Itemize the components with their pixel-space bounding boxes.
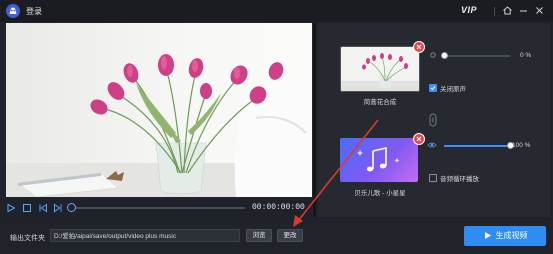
- video-preview[interactable]: [6, 23, 312, 197]
- video-volume-track[interactable]: [444, 55, 510, 57]
- video-track-thumbnail[interactable]: [340, 46, 420, 92]
- loop-audio-checkbox[interactable]: [429, 174, 437, 182]
- audio-volume-track[interactable]: [444, 145, 510, 147]
- audio-track-thumbnail[interactable]: [340, 138, 418, 182]
- output-path-field[interactable]: D:/爱拍/aipai/save/output/video plus music: [50, 229, 240, 242]
- window-title: 登录: [26, 7, 42, 16]
- change-button[interactable]: 更改: [277, 229, 303, 242]
- minimize-icon[interactable]: [517, 4, 530, 17]
- tulip-image: [6, 23, 312, 197]
- stop-icon[interactable]: [22, 203, 32, 213]
- play-arrow-icon: [484, 232, 491, 240]
- timecode: 00:00:00:00: [252, 203, 305, 212]
- next-icon[interactable]: [53, 203, 63, 213]
- video-track-image: [341, 47, 419, 91]
- video-volume-icon: [429, 51, 437, 59]
- audio-volume-fill: [444, 145, 510, 147]
- vip-badge[interactable]: VIP: [461, 5, 477, 15]
- close-icon[interactable]: [533, 4, 546, 17]
- titlebar-divider: [494, 7, 495, 16]
- play-icon[interactable]: [6, 203, 16, 213]
- eye-icon: [427, 141, 437, 149]
- link-icon[interactable]: [429, 113, 437, 127]
- generate-video-label: 生成视频: [495, 231, 528, 240]
- output-folder-label: 输出文件夹: [10, 235, 45, 242]
- timeline-handle[interactable]: [67, 203, 76, 212]
- remove-video-track-icon[interactable]: [413, 41, 425, 53]
- audio-volume-percent: 100 %: [512, 142, 531, 149]
- panel-divider: [313, 23, 316, 217]
- browse-button[interactable]: 浏览: [246, 229, 272, 242]
- generate-video-button[interactable]: 生成视频: [464, 226, 546, 246]
- remove-audio-track-icon[interactable]: [413, 133, 425, 145]
- timeline-track[interactable]: [70, 207, 245, 209]
- audio-track-caption: 贝乐儿歌 - 小星星: [354, 190, 406, 197]
- previous-icon[interactable]: [38, 203, 48, 213]
- mute-original-checkbox[interactable]: [429, 84, 437, 92]
- app-logo-icon: [6, 4, 20, 18]
- loop-audio-label: 音频循环播放: [440, 176, 479, 183]
- home-icon[interactable]: [501, 4, 514, 17]
- video-volume-handle[interactable]: [441, 52, 448, 59]
- video-track-caption: 茼蒿花合成: [363, 99, 397, 106]
- mute-original-label: 关闭原声: [440, 86, 466, 93]
- video-volume-percent: 0 %: [520, 52, 532, 59]
- music-note-icon: [357, 146, 400, 172]
